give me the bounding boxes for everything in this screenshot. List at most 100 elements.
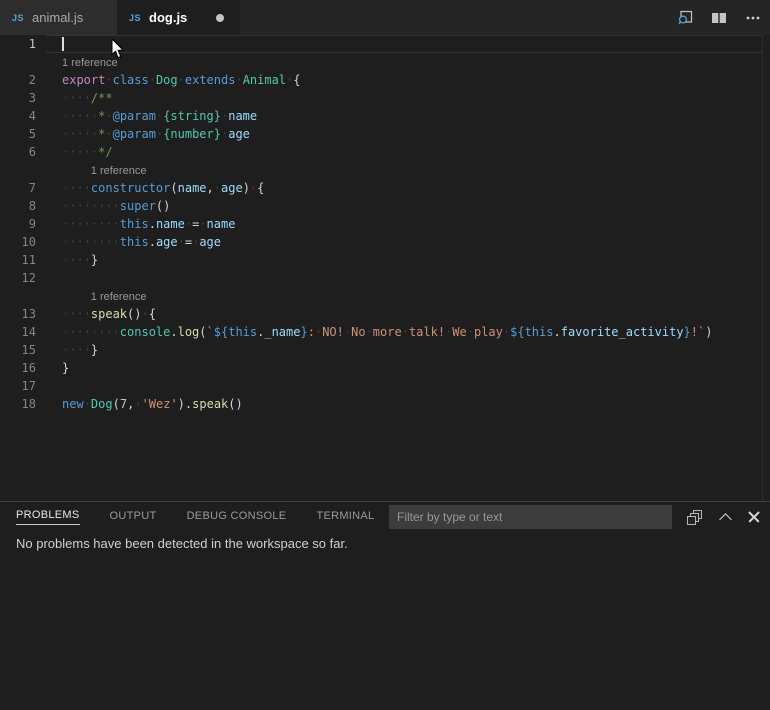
- line-number[interactable]: 9: [0, 215, 46, 233]
- code-token: Animal: [243, 73, 286, 87]
- panel-tab-problems[interactable]: PROBLEMS: [16, 509, 80, 525]
- panel-tab-output[interactable]: OUTPUT: [110, 510, 157, 525]
- line-number[interactable]: 12: [0, 269, 46, 287]
- close-panel-icon[interactable]: [748, 511, 760, 523]
- whitespace-dots: ········: [62, 217, 120, 231]
- code-line-row: 9········this.name·=·name: [0, 215, 770, 233]
- code-token: ): [705, 325, 712, 339]
- whitespace-dots: ····: [62, 91, 91, 105]
- split-editor-icon[interactable]: [710, 9, 728, 27]
- code-token: speak: [91, 307, 127, 321]
- code-line[interactable]: ········console.log(`${this._name}:·NO!·…: [46, 323, 712, 341]
- code-editor[interactable]: 11 reference2export·class·Dog·extends·An…: [0, 35, 770, 501]
- editor-actions: [676, 0, 762, 35]
- line-number[interactable]: 4: [0, 107, 46, 125]
- code-token: more: [373, 325, 402, 339]
- panel-tab-debug-console[interactable]: DEBUG CONSOLE: [187, 510, 287, 525]
- code-token: ${: [214, 325, 228, 339]
- problems-filter-input[interactable]: [389, 505, 672, 529]
- maximize-panel-icon[interactable]: [719, 513, 732, 526]
- code-line[interactable]: [46, 269, 62, 287]
- code-lens[interactable]: 1 reference: [46, 53, 118, 71]
- line-number[interactable]: 11: [0, 251, 46, 269]
- code-token: .: [170, 325, 177, 339]
- whitespace-dots: ····: [62, 343, 91, 357]
- code-line[interactable]: ····}: [46, 251, 98, 269]
- code-line[interactable]: ····speak()·{: [46, 305, 156, 323]
- code-token: age: [199, 235, 221, 249]
- code-token: console: [120, 325, 171, 339]
- line-number[interactable]: 10: [0, 233, 46, 251]
- code-line[interactable]: ········super(): [46, 197, 170, 215]
- tab-dog-js[interactable]: JS dog.js: [117, 0, 240, 35]
- line-number[interactable]: 2: [0, 71, 46, 89]
- line-number[interactable]: 18: [0, 395, 46, 413]
- panel-action-icons: [688, 505, 760, 529]
- code-token: age: [228, 127, 250, 141]
- code-lens[interactable]: 1 reference: [46, 287, 146, 305]
- code-token: {: [257, 181, 264, 195]
- code-token: age: [221, 181, 243, 195]
- line-number[interactable]: 14: [0, 323, 46, 341]
- code-token: 7: [120, 397, 127, 411]
- whitespace-dots: ·: [185, 217, 192, 231]
- code-token: }: [684, 325, 691, 339]
- code-line[interactable]: ·····*·@param·{number}·age: [46, 125, 250, 143]
- code-token: (): [156, 199, 170, 213]
- line-number[interactable]: 13: [0, 305, 46, 323]
- code-line[interactable]: new·Dog(7,·'Wez').speak(): [46, 395, 243, 413]
- code-line[interactable]: export·class·Dog·extends·Animal·{: [46, 71, 301, 89]
- code-line[interactable]: [46, 377, 62, 395]
- code-line[interactable]: ········this.age·=·age: [46, 233, 221, 251]
- code-token: {number}: [163, 127, 221, 141]
- code-line[interactable]: }: [46, 359, 69, 377]
- more-actions-icon[interactable]: [744, 9, 762, 27]
- whitespace-dots: ·: [105, 73, 112, 87]
- code-lens-label[interactable]: 1 reference: [62, 165, 146, 177]
- code-line[interactable]: ·····*·@param·{string}·name: [46, 107, 257, 125]
- modified-dot-icon[interactable]: [216, 14, 224, 22]
- js-file-icon: JS: [129, 13, 141, 23]
- code-line[interactable]: ····}: [46, 341, 98, 359]
- code-line[interactable]: ····constructor(name,·age)·{: [46, 179, 264, 197]
- code-token: (: [113, 397, 120, 411]
- line-number[interactable]: 8: [0, 197, 46, 215]
- code-token: _name: [264, 325, 300, 339]
- line-number[interactable]: 1: [0, 35, 46, 53]
- whitespace-dots: ·: [366, 325, 373, 339]
- code-line[interactable]: ········this.name·=·name: [46, 215, 235, 233]
- whitespace-dots: ····: [62, 253, 91, 267]
- line-number[interactable]: 15: [0, 341, 46, 359]
- line-number[interactable]: 6: [0, 143, 46, 161]
- whitespace-dots: ·: [178, 235, 185, 249]
- whitespace-dots: ·: [178, 73, 185, 87]
- whitespace-dots: ·: [402, 325, 409, 339]
- line-number[interactable]: 16: [0, 359, 46, 377]
- stacked-panels-icon[interactable]: [688, 510, 703, 525]
- code-token: /**: [91, 91, 113, 105]
- panel-tab-terminal[interactable]: TERMINAL: [316, 510, 374, 525]
- editor-rows: 11 reference2export·class·Dog·extends·An…: [0, 35, 770, 413]
- code-line-row: 13····speak()·{: [0, 305, 770, 323]
- code-line[interactable]: ·····*/: [46, 143, 113, 161]
- line-number[interactable]: 3: [0, 89, 46, 107]
- line-number[interactable]: 7: [0, 179, 46, 197]
- code-token: name: [228, 109, 257, 123]
- code-token: (: [199, 325, 206, 339]
- code-token: @param: [113, 109, 156, 123]
- line-number[interactable]: 5: [0, 125, 46, 143]
- search-editor-icon[interactable]: [676, 9, 694, 27]
- code-line-row: 11····}: [0, 251, 770, 269]
- code-line[interactable]: ····/**: [46, 89, 113, 107]
- code-lens-label[interactable]: 1 reference: [62, 291, 146, 303]
- tab-animal-js[interactable]: JS animal.js: [0, 0, 117, 35]
- code-token: name: [178, 181, 207, 195]
- whitespace-dots: ········: [62, 325, 120, 339]
- line-number[interactable]: 17: [0, 377, 46, 395]
- code-line-row: 7····constructor(name,·age)·{: [0, 179, 770, 197]
- code-lens-label[interactable]: 1 reference: [62, 57, 118, 69]
- code-token: ): [243, 181, 250, 195]
- code-lens[interactable]: 1 reference: [46, 161, 146, 179]
- code-line[interactable]: [46, 35, 62, 53]
- code-line-row: 17: [0, 377, 770, 395]
